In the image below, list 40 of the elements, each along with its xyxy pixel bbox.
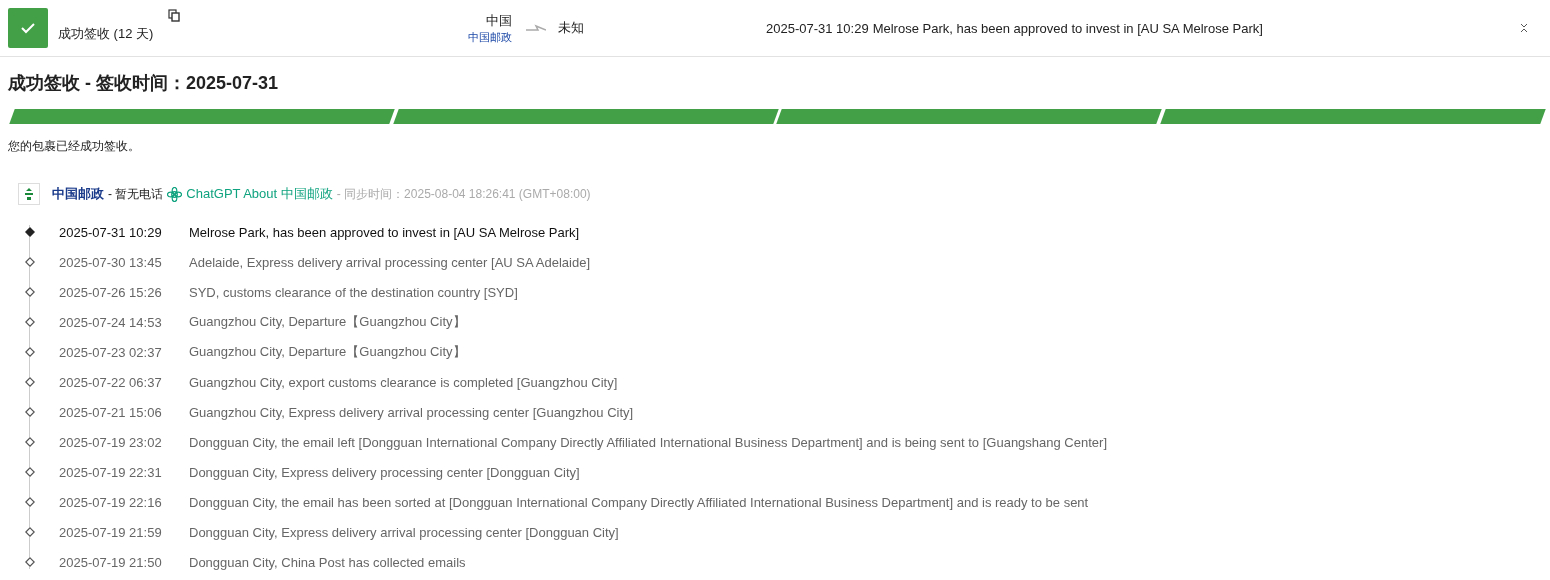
- event-text: Guangzhou City, Express delivery arrival processing center [Guangzhou City]: [189, 404, 634, 420]
- event-text: Guangzhou City, Departure【Guangzhou City】: [189, 313, 466, 331]
- event-time: 2025-07-19 23:02: [59, 434, 163, 450]
- event-time: 2025-07-19 22:16: [59, 494, 163, 510]
- event-time: 2025-07-24 14:53: [59, 314, 163, 330]
- collapse-icon[interactable]: [1520, 23, 1528, 33]
- event-time: 2025-07-19 22:31: [59, 464, 163, 480]
- event-text: Melrose Park, has been approved to invest in [AU SA Melrose Park]: [189, 224, 580, 240]
- event-time: 2025-07-26 15:26: [59, 284, 163, 300]
- event-text: Dongguan City, the email has been sorted at [Dongguan International Company Directly Affiliated International Business Department] and is ready to be sent: [189, 494, 1089, 510]
- event-text: Dongguan City, the email left [Dongguan International Company Directly Affiliated International Business Department] and is being sent to [Guangshang Center]: [189, 434, 1107, 450]
- carrier-phone: - 暂无电话: [108, 185, 164, 203]
- event-text: Dongguan City, Express delivery processing center [Dongguan City]: [189, 464, 580, 480]
- event-text: Dongguan City, Express delivery arrival processing center [Dongguan City]: [189, 524, 619, 540]
- event-time: 2025-07-23 02:37: [59, 344, 163, 360]
- status-message: 您的包裹已经成功签收。: [8, 138, 141, 155]
- check-icon: [20, 22, 36, 34]
- status-text: 成功签收 (12 天): [58, 25, 155, 43]
- logo-icon: [23, 187, 35, 201]
- event-text: Melrose Park, has been approved to invest in [AU SA Melrose Park]: [872, 20, 1263, 36]
- event-time: 2025-07-31 10:29: [766, 20, 869, 36]
- event-text: SYD, customs clearance of the destination country [SYD]: [189, 284, 518, 300]
- page-title: 成功签收 - 签收时间：2025-07-31: [8, 72, 280, 95]
- event-time: 2025-07-19 21:59: [59, 524, 163, 540]
- flower-icon: [167, 186, 183, 202]
- event-text: Guangzhou City, Departure【Guangzhou City】: [189, 343, 466, 361]
- carrier-link[interactable]: 中国邮政: [468, 29, 512, 45]
- event-time: 2025-07-22 06:37: [59, 374, 163, 390]
- copy-icon[interactable]: [168, 9, 180, 22]
- event-time: 2025-07-21 15:06: [59, 404, 163, 420]
- sync-time: - 同步时间：2025-08-04 18:26:41 (GMT+08:00): [336, 185, 591, 203]
- event-time: 2025-07-30 13:45: [59, 254, 163, 270]
- event-text: Guangzhou City, export customs clearance is completed [Guangzhou City]: [189, 374, 618, 390]
- carrier-name[interactable]: 中国邮政: [52, 185, 104, 203]
- destination-country: 未知: [558, 19, 585, 37]
- event-time: 2025-07-31 10:29: [59, 224, 163, 240]
- event-text: Adelaide, Express delivery arrival processing center [AU SA Adelaide]: [189, 254, 591, 270]
- event-time: 2025-07-19 21:50: [59, 554, 163, 570]
- origin-country: 中国: [486, 11, 512, 30]
- event-text: Dongguan City, China Post has collected emails: [189, 554, 466, 570]
